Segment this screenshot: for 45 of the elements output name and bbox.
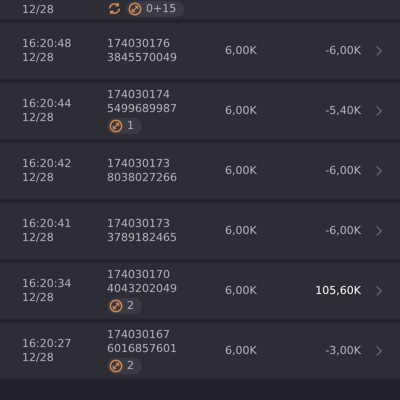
order-id: 174030173	[107, 157, 171, 171]
result-amount: -6,00K	[324, 42, 361, 59]
arrows-icon	[109, 118, 123, 133]
round-id: 4043202049	[107, 282, 178, 296]
bet-amount: 6,00K	[225, 222, 258, 239]
arrows-icon	[109, 298, 123, 313]
count-pill: 0+15	[126, 1, 184, 17]
bet-amount: 6,00K	[225, 342, 258, 359]
result-amount: 105,60K	[314, 282, 361, 299]
count-pill: 2	[107, 358, 142, 374]
order-id: 174030176	[107, 37, 171, 51]
arrows-icon	[128, 2, 142, 16]
time-text: 16:20:42	[22, 157, 72, 171]
time-text: 16:20:27	[22, 337, 72, 351]
time-text: 16:20:44	[22, 97, 72, 111]
round-id: 6016857601	[107, 342, 178, 356]
count-pill: 1	[107, 118, 142, 134]
round-id: 3789182465	[107, 231, 178, 245]
time-text: 16:20:34	[22, 277, 72, 291]
bet-amount: 6,00K	[225, 282, 258, 299]
time-text: 16:20:48	[22, 37, 72, 51]
count-pill: 2	[107, 298, 142, 314]
date-text: 12/28	[22, 111, 55, 125]
order-id: 174030167	[107, 328, 171, 342]
date-text: 12/28	[22, 351, 55, 365]
date-text: 12/28	[22, 231, 55, 245]
date-text: 12/28	[22, 291, 55, 305]
round-id: 5499689987	[107, 102, 178, 116]
order-id: 174030174	[107, 88, 171, 102]
time-text: 16:20:41	[22, 217, 72, 231]
date-text: 12/28	[22, 51, 55, 65]
bet-amount: 6,00K	[225, 162, 258, 179]
bet-amount: 6,00K	[225, 102, 258, 119]
order-id: 174030173	[107, 217, 171, 231]
round-id: 3845570049	[107, 51, 178, 65]
order-id: 174030170	[107, 268, 171, 282]
result-amount: -5,40K	[324, 102, 361, 119]
bet-amount: 6,00K	[225, 42, 258, 59]
arrows-icon	[109, 358, 123, 373]
date-text: 12/28	[22, 171, 55, 185]
result-amount: -6,00K	[324, 222, 361, 239]
date-text: 12/28	[22, 3, 55, 17]
result-amount: -3,00K	[324, 342, 361, 359]
result-amount: -6,00K	[324, 162, 361, 179]
round-id: 8038027266	[107, 171, 178, 185]
